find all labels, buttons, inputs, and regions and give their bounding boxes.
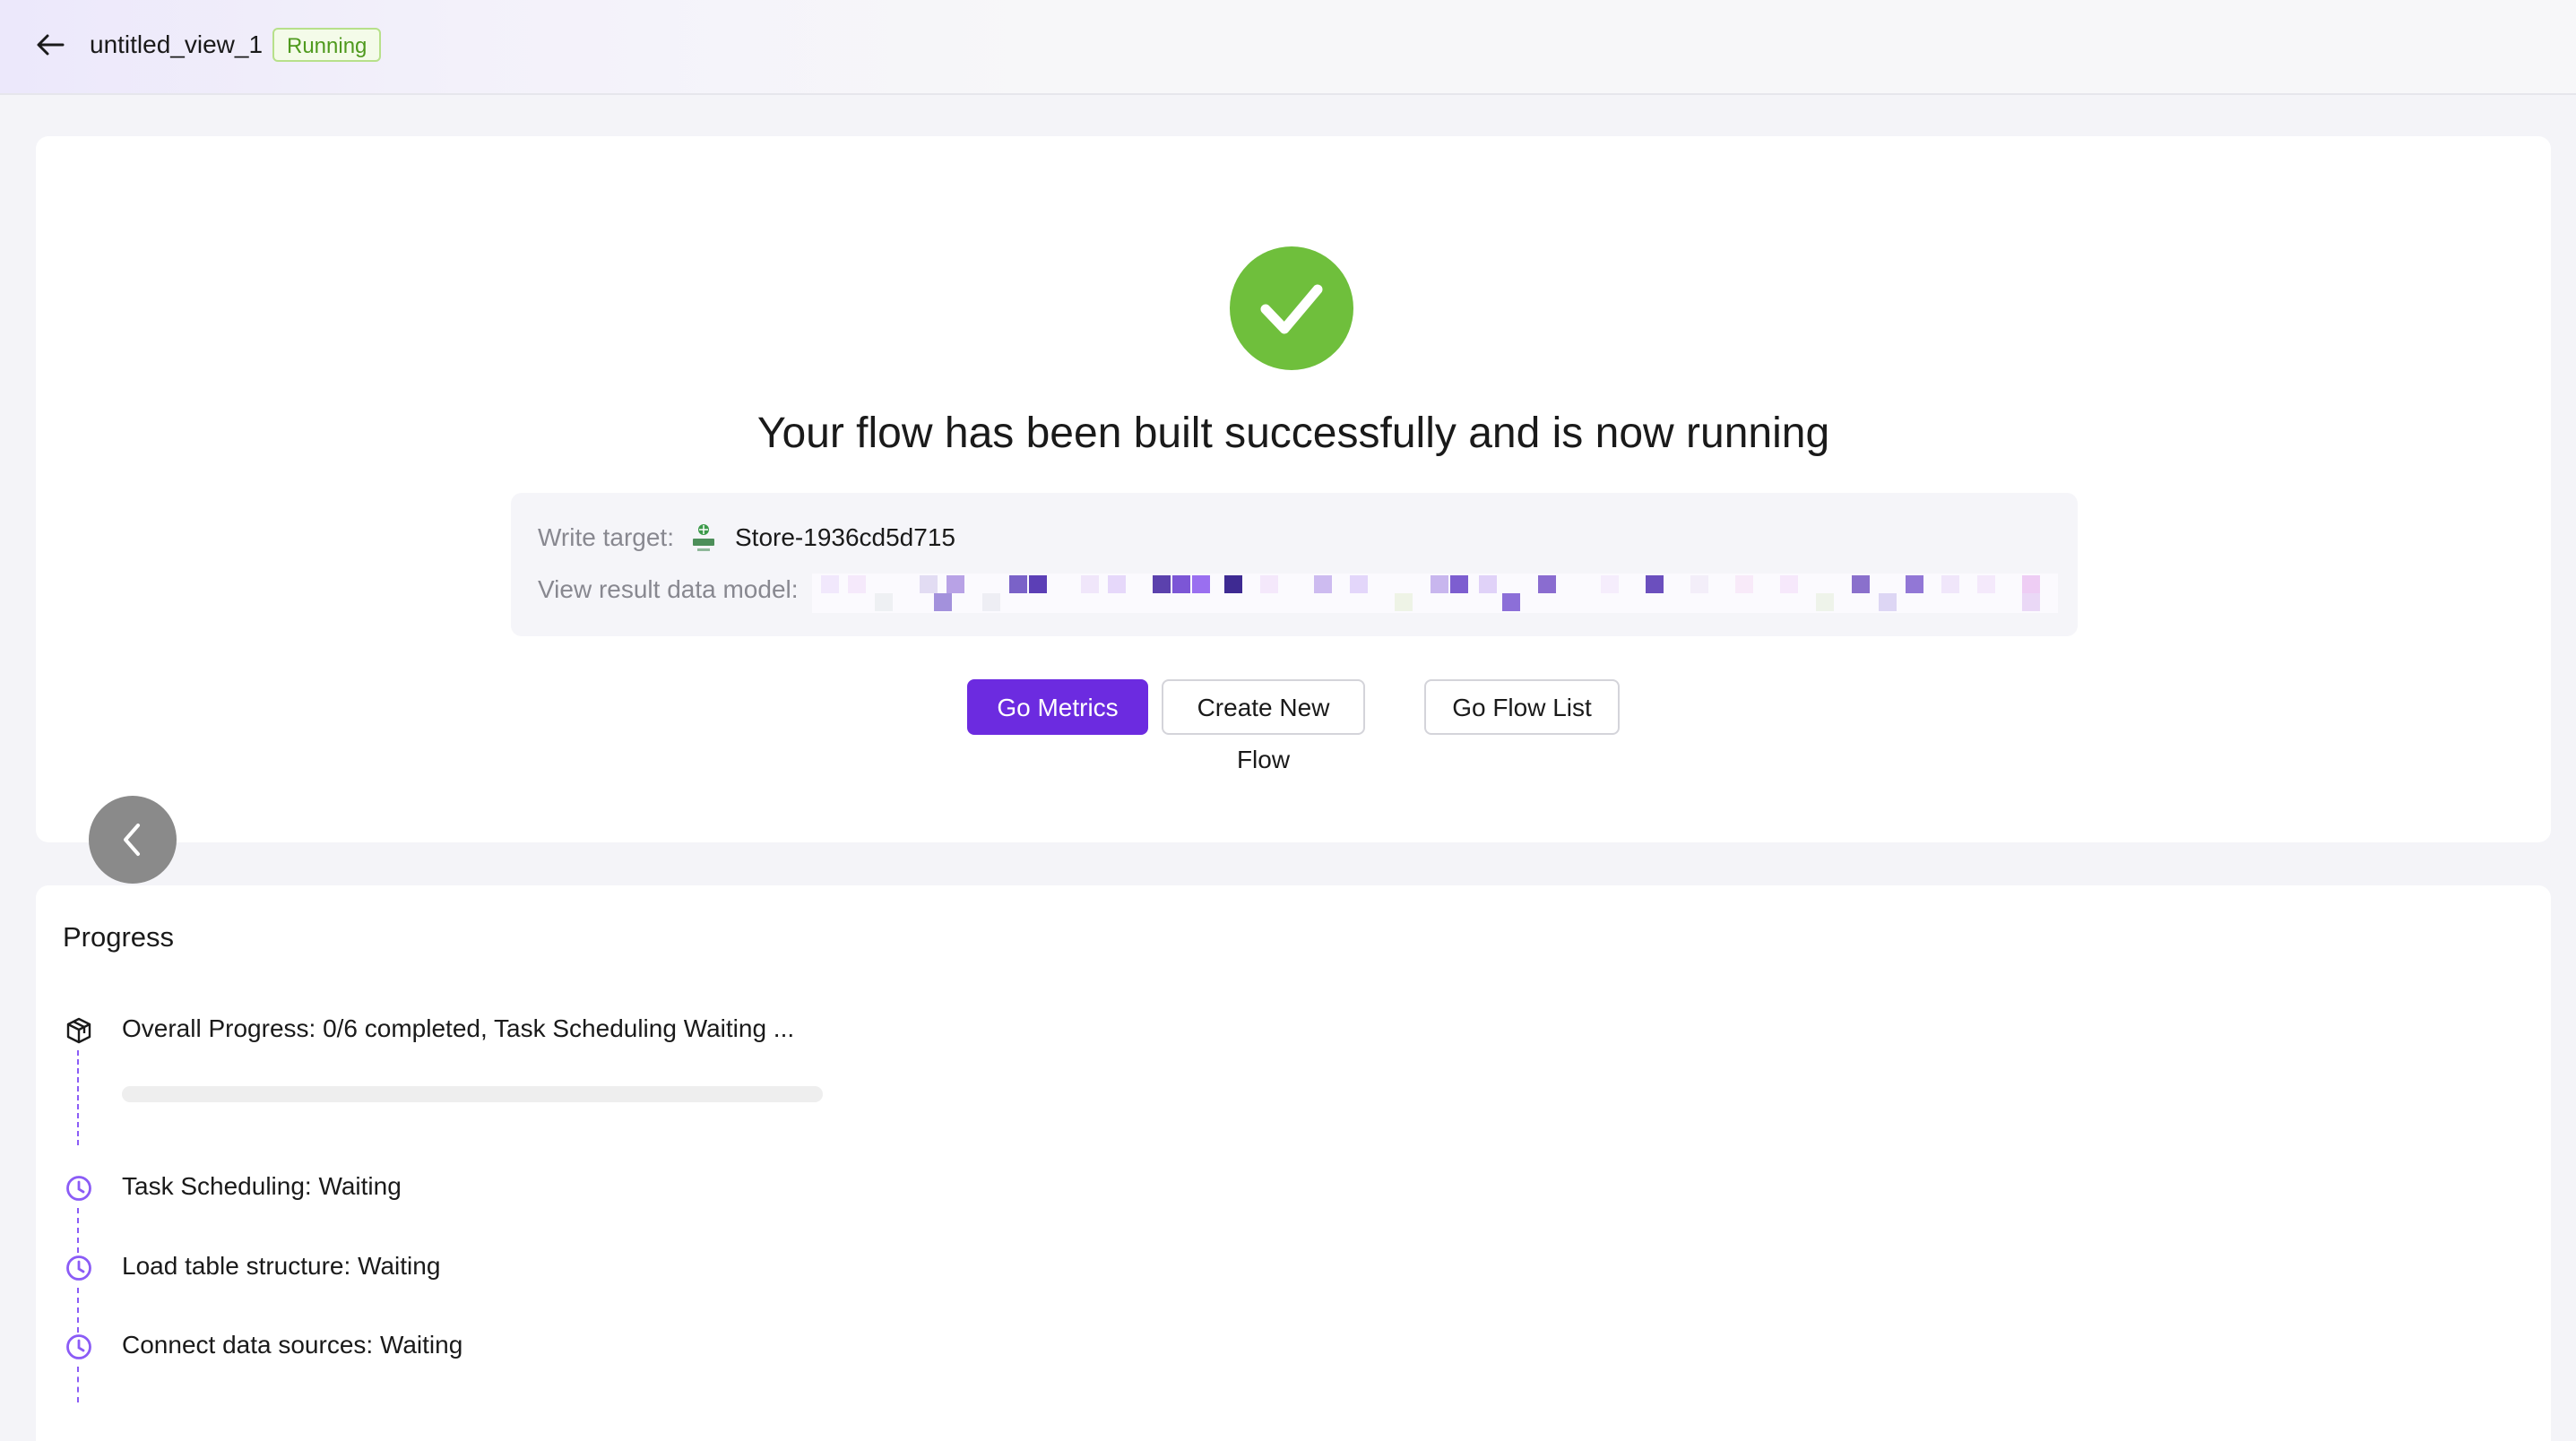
result-card: Your flow has been built successfully an… — [36, 136, 2551, 884]
checkmark-circle-icon — [1230, 246, 1353, 370]
clock-icon — [65, 1333, 93, 1361]
write-target-value[interactable]: Store-1936cd5d715 — [735, 522, 955, 554]
timeline-connector — [77, 1367, 79, 1402]
step-status: Waiting — [318, 1172, 402, 1200]
chevron-left-icon — [124, 824, 140, 856]
view-model-label: View result data model: — [538, 575, 799, 603]
view-title: untitled_view_1 — [90, 30, 264, 58]
overall-progress-text: Overall Progress: 0/6 completed, Task Sc… — [122, 1013, 794, 1045]
timeline-connector — [77, 1050, 79, 1145]
timeline-connector — [77, 1208, 79, 1253]
clock-icon — [65, 1254, 93, 1282]
clock-icon — [65, 1174, 93, 1203]
progress-title: Progress — [63, 921, 175, 953]
create-new-flow-button[interactable]: Create New Flow — [1162, 679, 1365, 773]
overall-progress-value: 0/6 completed, Task Scheduling Waiting .… — [323, 1014, 795, 1042]
step-connect-data-sources: Connect data sources: Waiting — [122, 1329, 462, 1361]
result-info-box: Write target: Store-1936cd5d715 View res… — [511, 493, 2078, 636]
write-target-label: Write target: — [538, 523, 674, 551]
cube-icon — [65, 1016, 93, 1045]
step-status: Waiting — [358, 1252, 441, 1280]
overall-progress-bar — [122, 1086, 823, 1102]
prev-slide-button[interactable] — [89, 796, 177, 884]
top-bar: untitled_view_1 Running — [0, 0, 2576, 95]
step-label: Task Scheduling: — [122, 1172, 312, 1200]
go-metrics-button[interactable]: Go Metrics — [967, 679, 1148, 735]
step-task-scheduling: Task Scheduling: Waiting — [122, 1170, 402, 1203]
timeline-connector — [77, 1288, 79, 1333]
step-load-table-structure: Load table structure: Waiting — [122, 1250, 440, 1282]
success-headline: Your flow has been built successfully an… — [756, 410, 1830, 457]
step-label: Connect data sources: — [122, 1331, 374, 1359]
progress-card: Progress Overall Progress: 0/6 completed… — [36, 885, 2551, 1441]
go-flow-list-button[interactable]: Go Flow List — [1424, 679, 1620, 735]
back-arrow-icon[interactable] — [34, 30, 66, 59]
datastore-logo-icon — [690, 522, 717, 556]
status-badge: Running — [272, 28, 382, 62]
step-status: Waiting — [379, 1331, 463, 1359]
blurred-model-link[interactable] — [812, 574, 2058, 613]
step-label: Load table structure: — [122, 1252, 351, 1280]
overall-progress-label: Overall Progress: — [122, 1014, 316, 1042]
